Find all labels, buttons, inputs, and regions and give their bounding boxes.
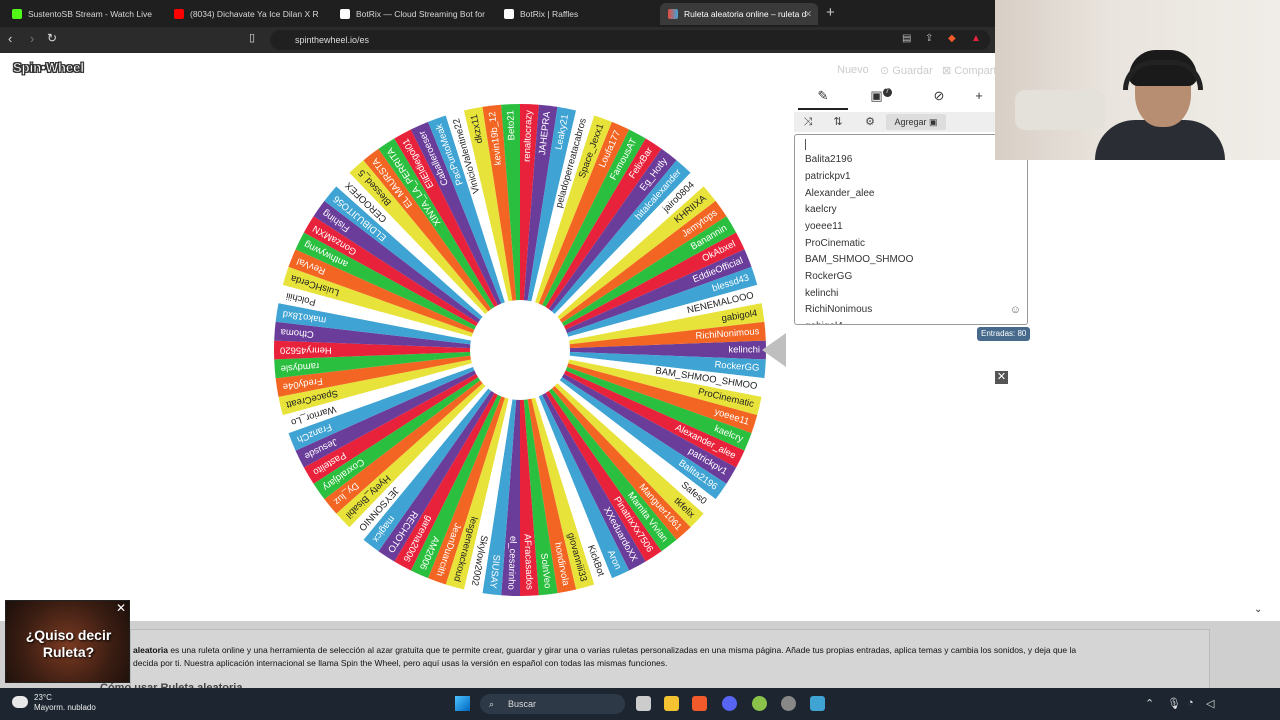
address-bar[interactable]: spinthewheel.io/es [270,30,990,50]
discord-icon[interactable] [722,696,737,711]
windows-start-icon[interactable] [455,696,470,711]
list-item: patrickpv1 [805,171,851,182]
microphone-icon[interactable]: 🎙 [1167,697,1181,710]
app-icon[interactable] [752,696,767,711]
tab-results[interactable]: ▣ 7 [856,88,906,110]
wheel-slice-label: Henry45620 [280,344,332,355]
wheel-slice-label: renaltocrazy [522,110,535,162]
close-popup-icon[interactable]: ✕ [115,602,127,614]
reload-icon[interactable]: ↻ [47,31,57,45]
sort-icon[interactable]: ⇅ [828,114,848,130]
wifi-icon[interactable]: ◔ [1187,697,1194,709]
list-item: RockerGG [805,271,853,282]
search-icon: ⌕ [489,699,495,709]
windows-taskbar: 23°C Mayorm. nublado ⌕ Buscar ⌃ 🎙 ◔ ◁ [0,688,1280,720]
text-cursor [805,139,806,150]
popup-text: ¿Quiso decir Ruleta? [25,627,112,660]
clipboard-icon: ▣ [870,88,883,103]
close-icon[interactable]: ✕ [995,371,1008,384]
entries-count-badge: Entradas: 80 [977,327,1031,341]
wheel-slice-label: kelinchi [728,345,760,356]
list-item: kelinchi [805,288,839,299]
panel-tabs: ✎ ▣ 7 ⊘ + [794,88,996,112]
list-item: yoeee11 [805,221,843,232]
spin-wheel[interactable]: kelinchi RockerGG BAM_SHMOO_SHMOO ProCinema… [270,100,770,600]
wheel-pointer-icon [762,333,786,367]
forward-icon[interactable]: › [30,31,34,46]
new-button[interactable]: Nuevo [837,64,869,76]
browser-tab[interactable]: (8034) Dichavate Ya Ice Dilan X R [166,3,321,25]
browser-toolbar: ‹ › ↻ ▯ spinthewheel.io/es ▤ ⇪ ◆ ▲ [0,27,996,53]
share-button[interactable]: ⊠ Compartir [942,64,1003,77]
settings-icon[interactable]: ⚙ [860,114,880,130]
tab-favicon-icon [340,9,350,19]
emoji-icon[interactable]: ☺ [1010,304,1021,316]
tab-hidden[interactable]: ⊘ [914,88,964,110]
wheel-slice-label: AFracasados [522,534,535,591]
list-item: kaelcry [805,204,837,215]
obs-icon[interactable] [781,696,796,711]
results-count-badge: 7 [882,88,892,97]
image-icon: ▣ [929,117,938,127]
save-button[interactable]: ⊙ Guardar [880,64,933,77]
list-item: gabigol4 [805,321,843,324]
share-icon[interactable]: ⇪ [925,33,933,44]
wheel-slice-label: el_cesarinho [505,536,518,590]
rewards-icon[interactable]: ▲ [971,33,981,44]
description-card: aleatoria es una ruleta online y una her… [130,629,1210,689]
list-item: ProCinematic [805,238,866,249]
weather-widget[interactable]: 23°C Mayorm. nublado [12,693,96,713]
webcam-background [1015,90,1105,130]
browser-tab[interactable]: BotRix | Raffles [496,3,651,25]
close-tab-icon[interactable]: ✕ [804,3,812,25]
browser-tab[interactable]: BotRix — Cloud Streaming Bot for Tw [332,3,487,25]
tab-edit[interactable]: ✎ [798,88,848,110]
list-item: BAM_SHMOO_SHMOO [805,254,914,265]
tab-favicon-icon [12,9,22,19]
plus-icon: + [975,88,983,103]
description-section: aleatoria es una ruleta online y una her… [0,621,1280,694]
tab-favicon-icon [174,9,184,19]
entries-toolbar: ⤨ ⇅ ⚙ Agregar ▣ [794,112,996,132]
description-text: aleatoria es una ruleta online y una her… [133,645,1077,668]
tab-favicon-icon [668,9,678,19]
shuffle-icon[interactable]: ⤨ [798,114,818,130]
wheel-slice-label: Beto21 [505,110,517,141]
add-image-button[interactable]: Agregar ▣ [886,114,946,130]
webcam-overlay [995,0,1280,160]
cloud-icon [12,696,28,708]
new-tab-icon[interactable]: + [826,4,835,21]
wheel-center[interactable] [470,300,570,400]
app-logo[interactable]: Spin•Wheel [13,60,85,76]
volume-icon[interactable]: ◁ [1206,697,1214,710]
taskbar-search[interactable]: ⌕ Buscar [480,694,625,714]
back-icon[interactable]: ‹ [8,31,12,46]
list-item: Balita2196 [805,154,853,165]
entries-textarea[interactable]: Balita2196 patrickpv1 Alexander_alee kae… [794,134,1028,325]
brave-shield-icon[interactable]: ◆ [948,33,956,44]
brave-browser-icon[interactable] [692,696,707,711]
chevron-down-icon[interactable]: ⌄ [1254,604,1262,615]
tray-chevron-icon[interactable]: ⌃ [1145,697,1154,710]
list-item: Alexander_alee [805,188,875,199]
notepad-icon[interactable] [810,696,825,711]
tab-favicon-icon [504,9,514,19]
eye-off-icon: ⊘ [933,88,945,103]
list-item: RichiNonimous [805,304,873,315]
browser-tab[interactable]: SustentoSB Stream - Watch Live [4,3,154,25]
pencil-icon: ✎ [817,88,829,103]
tab-add-wheel[interactable]: + [964,88,994,110]
browser-tab-active[interactable]: Ruleta aleatoria online – ruleta d ✕ [660,3,818,25]
wheel-svg[interactable]: kelinchiRockerGGBAM_SHMOO_SHMOOProCinema… [270,100,770,600]
reader-icon[interactable]: ▤ [902,33,911,44]
task-view-icon[interactable] [636,696,651,711]
bookmark-icon[interactable]: ▯ [249,31,255,44]
suggestion-popup[interactable]: ¿Quiso decir Ruleta? ✕ [5,600,130,683]
file-explorer-icon[interactable] [664,696,679,711]
